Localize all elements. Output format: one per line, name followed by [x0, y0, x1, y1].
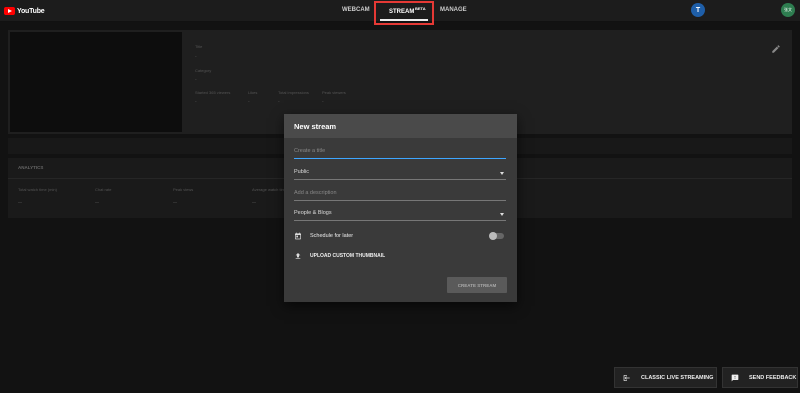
tab-webcam[interactable]: WEBCAM [342, 7, 370, 13]
title-placeholder: Create a title [294, 148, 326, 154]
top-bar: YouTube WEBCAM STREAM BETA MANAGE T 张文 [0, 0, 800, 25]
stat-value: - [248, 99, 250, 105]
title-label: Title [195, 44, 203, 49]
dialog-title: New stream [294, 122, 337, 131]
analytics-title: ANALYTICS [18, 165, 44, 170]
exit-icon [623, 374, 630, 381]
upload-thumbnail-label: UPLOAD CUSTOM THUMBNAIL [310, 253, 386, 259]
stat-label: Likes [248, 90, 258, 95]
stat-value: - [278, 99, 280, 105]
chevron-down-icon [500, 172, 504, 175]
stat-value: - [195, 99, 197, 105]
classic-live-streaming-button[interactable]: CLASSIC LIVE STREAMING [614, 367, 717, 388]
privacy-value: Public [294, 169, 309, 175]
analytics-stat-label: Average watch time [252, 187, 288, 192]
send-feedback-label: SEND FEEDBACK [749, 374, 797, 381]
dialog-header: New stream [284, 114, 517, 138]
edit-icon[interactable] [771, 44, 781, 54]
stat-label: Started 365 viewers [195, 90, 231, 95]
analytics-stat-label: Total watch time (min) [18, 187, 57, 192]
classic-live-streaming-label: CLASSIC LIVE STREAMING [641, 374, 714, 381]
feedback-icon [731, 374, 739, 381]
account-avatar[interactable]: T [691, 3, 705, 17]
calendar-icon [295, 232, 301, 240]
title-value: - [195, 54, 197, 60]
category-value: People & Blogs [294, 210, 332, 216]
chevron-down-icon [500, 213, 504, 216]
upload-thumbnail-row[interactable]: UPLOAD CUSTOM THUMBNAIL [294, 251, 506, 261]
analytics-stat-value: -- [18, 200, 22, 206]
stream-preview [10, 32, 182, 132]
analytics-stat-label: Chat rate [95, 187, 112, 192]
upload-icon [295, 253, 301, 259]
youtube-logo[interactable]: YouTube [4, 6, 45, 16]
stat-value: - [322, 99, 324, 105]
description-input[interactable]: Add a description [294, 189, 506, 201]
youtube-play-icon [4, 7, 15, 15]
category-label: Category [195, 68, 212, 73]
category-select[interactable]: People & Blogs [294, 209, 506, 221]
analytics-stat-value: -- [252, 200, 256, 206]
tab-stream-label: STREAM [389, 9, 415, 15]
schedule-toggle[interactable] [489, 232, 504, 240]
category-value: - [195, 77, 197, 83]
create-stream-button[interactable]: CREATE STREAM [447, 277, 507, 293]
analytics-stat-label: Peak views [173, 187, 194, 192]
tab-stream[interactable]: STREAM BETA [374, 1, 434, 25]
logo-text: YouTube [17, 7, 45, 15]
user-avatar[interactable]: 张文 [781, 3, 795, 17]
beta-badge: BETA [415, 6, 426, 11]
analytics-stat-value: -- [173, 200, 177, 206]
title-input[interactable]: Create a title [294, 147, 506, 159]
toggle-knob [489, 232, 497, 240]
privacy-select[interactable]: Public [294, 168, 506, 180]
schedule-label: Schedule for later [310, 233, 354, 239]
schedule-row: Schedule for later [294, 231, 506, 241]
new-stream-dialog: New stream Create a title Public Add a d… [284, 114, 517, 302]
stat-label: Total impressions [278, 90, 309, 95]
analytics-stat-value: -- [95, 200, 99, 206]
send-feedback-button[interactable]: SEND FEEDBACK [722, 367, 798, 388]
description-placeholder: Add a description [294, 190, 337, 196]
stat-label: Peak viewers [322, 90, 346, 95]
active-tab-indicator [380, 19, 428, 21]
tab-manage[interactable]: MANAGE [440, 7, 467, 13]
